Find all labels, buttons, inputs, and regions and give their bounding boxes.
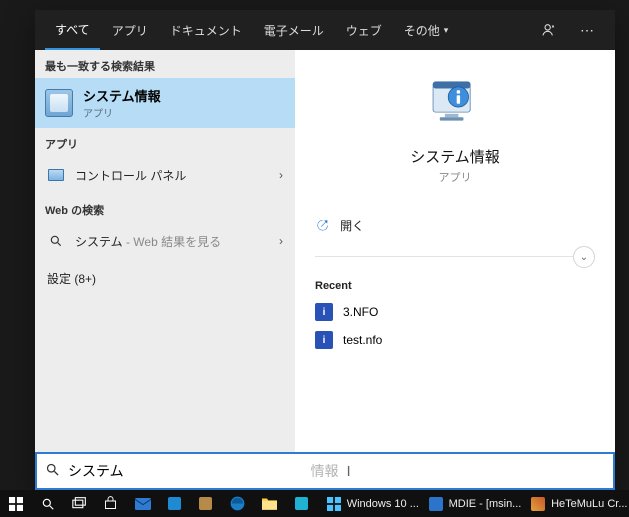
- hetemulu-icon: [531, 497, 545, 511]
- result-settings[interactable]: 設定 (8+): [35, 260, 295, 297]
- taskbar-search-button[interactable]: [32, 490, 64, 517]
- search-panel: すべて アプリ ドキュメント 電子メール ウェブ その他▾ ⋯ 最も一致する検索…: [35, 10, 615, 490]
- tab-email[interactable]: 電子メール: [254, 10, 334, 50]
- pinned-mail-icon[interactable]: [127, 490, 159, 517]
- pinned-edge-icon[interactable]: [222, 490, 254, 517]
- feedback-icon[interactable]: [531, 22, 567, 38]
- tab-apps[interactable]: アプリ: [102, 10, 158, 50]
- text-cursor-icon: I: [347, 463, 357, 480]
- preview-title: システム情報: [410, 146, 500, 167]
- system-info-icon: [45, 89, 73, 117]
- pinned-store-icon[interactable]: [95, 490, 127, 517]
- task-item[interactable]: MDIE - [msin...: [421, 490, 523, 517]
- pinned-app-icon[interactable]: [190, 490, 222, 517]
- chevron-down-icon: ▾: [444, 25, 449, 36]
- control-panel-icon: [47, 166, 65, 184]
- preview-divider: ⌄: [315, 246, 595, 266]
- chevron-right-icon: ›: [279, 168, 283, 182]
- apps-header: アプリ: [35, 128, 295, 156]
- task-item[interactable]: HeTeMuLu Cr...: [523, 490, 629, 517]
- best-match-item[interactable]: システム情報 アプリ: [35, 78, 295, 128]
- search-tabs: すべて アプリ ドキュメント 電子メール ウェブ その他▾ ⋯: [35, 10, 615, 50]
- tab-all[interactable]: すべて: [45, 10, 100, 50]
- search-ghost-text: 情報: [311, 461, 339, 481]
- pinned-app-icon[interactable]: [285, 490, 317, 517]
- recent-file[interactable]: i 3.NFO: [315, 298, 595, 326]
- web-header: Web の検索: [35, 194, 295, 222]
- search-input[interactable]: [68, 463, 309, 479]
- mdie-icon: [429, 497, 443, 511]
- tab-more[interactable]: その他▾: [394, 10, 459, 50]
- recent-file[interactable]: i test.nfo: [315, 326, 595, 354]
- expand-toggle[interactable]: ⌄: [573, 246, 595, 268]
- recent-header: Recent: [315, 280, 595, 292]
- preview-pane: システム情報 アプリ ⎋ 開く ⌄ Recent i 3.NFO i test.…: [295, 50, 615, 452]
- more-options-icon[interactable]: ⋯: [569, 22, 605, 39]
- pinned-explorer-icon[interactable]: [254, 490, 286, 517]
- pinned-app-icon[interactable]: [158, 490, 190, 517]
- search-icon: [45, 462, 60, 481]
- best-match-title: システム情報: [83, 86, 161, 105]
- results-left-pane: 最も一致する検索結果 システム情報 アプリ アプリ コントロール パネル › W…: [35, 50, 295, 452]
- action-open[interactable]: ⎋ 開く: [315, 207, 595, 244]
- preview-app-icon: [427, 74, 483, 130]
- best-match-header: 最も一致する検索結果: [35, 50, 295, 78]
- search-box[interactable]: 情報 I: [35, 452, 615, 490]
- search-icon: [47, 232, 65, 250]
- task-item[interactable]: Windows 10 ...: [319, 490, 421, 517]
- tab-documents[interactable]: ドキュメント: [160, 10, 252, 50]
- taskbar: Windows 10 ... MDIE - [msin... HeTeMuLu …: [0, 490, 629, 517]
- tab-web[interactable]: ウェブ: [336, 10, 392, 50]
- nfo-file-icon: i: [315, 331, 333, 349]
- open-icon: ⎋: [317, 217, 328, 234]
- preview-subtitle: アプリ: [439, 169, 472, 185]
- chevron-right-icon: ›: [279, 234, 283, 248]
- result-web-system[interactable]: システム - Web 結果を見る ›: [35, 222, 295, 260]
- best-match-subtitle: アプリ: [83, 105, 161, 120]
- result-control-panel[interactable]: コントロール パネル ›: [35, 156, 295, 194]
- nfo-file-icon: i: [315, 303, 333, 321]
- start-button[interactable]: [0, 490, 32, 517]
- task-view-button[interactable]: [63, 490, 95, 517]
